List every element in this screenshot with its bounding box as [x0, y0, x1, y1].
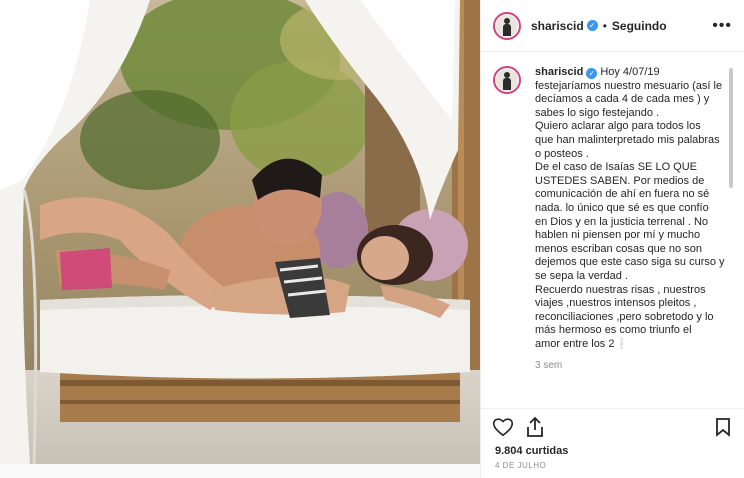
caption-first-line: shariscid ✓ Hoy 4/07/19	[535, 66, 731, 80]
caption-username[interactable]: shariscid	[535, 66, 583, 78]
caption-text: festejaríamos nuestro mesuario (así le de…	[535, 80, 731, 352]
more-options-icon[interactable]: •••	[712, 17, 732, 35]
likes-count[interactable]: 9.804 curtidas	[481, 445, 744, 457]
caption-line: decíamos a cada 4 de cada mes ) y	[535, 93, 710, 106]
caption-line: se sepa la verdad .	[535, 269, 628, 282]
caption-line: amor entre los 2❕	[535, 337, 629, 350]
caption: shariscid ✓ Hoy 4/07/19 festejaríamos nues…	[535, 66, 731, 396]
caption-line: sabes lo sigo festejando .	[535, 106, 660, 119]
caption-line: nada. lo único que sé es que confío	[535, 201, 709, 214]
caption-line: más hermoso es como triunfo el	[535, 324, 692, 337]
caption-line: que han malinterpretado mis palabras	[535, 133, 720, 146]
caption-line: viajes ,nuestros intensos pleitos ,	[535, 297, 697, 310]
verified-icon: ✓	[586, 68, 598, 79]
share-icon[interactable]	[523, 415, 547, 439]
header-username[interactable]: shariscid	[531, 19, 584, 33]
caption-line: hablen ni piensen por mí y mucho	[535, 229, 701, 242]
caption-line: comunicación de ahí en fuera no sé	[535, 188, 710, 201]
following-button[interactable]: Seguindo	[612, 19, 667, 33]
posted-date: 4 DE JULHO	[495, 461, 547, 470]
verified-icon: ✓	[586, 20, 598, 31]
avatar[interactable]	[493, 11, 521, 40]
caption-date: Hoy 4/07/19	[600, 66, 660, 78]
avatar-image	[496, 69, 518, 91]
caption-line: reconciliaciones ,pero sobretodo y lo	[535, 310, 714, 323]
post-actions: 9.804 curtidas 4 DE JULHO	[481, 408, 744, 478]
caption-line: o posteos .	[535, 147, 589, 160]
caption-area[interactable]: shariscid ✓ Hoy 4/07/19 festejaríamos nues…	[493, 66, 737, 396]
caption-line: USTEDES SABEN. Por medios de	[535, 174, 705, 187]
separator-dot: •	[602, 18, 607, 33]
caption-line: en Dios y en la justicia terrenal . No	[535, 215, 709, 228]
caption-avatar[interactable]	[493, 66, 521, 94]
caption-line: Quiero aclarar algo para todos los	[535, 120, 701, 133]
caption-line: Recuerdo nuestras risas , nuestros	[535, 283, 706, 296]
avatar-image	[496, 14, 518, 37]
action-icons	[481, 409, 744, 445]
heart-icon[interactable]	[491, 415, 515, 439]
post-header: shariscid ✓ • Seguindo •••	[481, 0, 744, 52]
post-side-panel: shariscid ✓ • Seguindo ••• shariscid ✓ Hoy…	[480, 0, 744, 478]
post-photo[interactable]	[0, 0, 480, 464]
caption-scrollbar[interactable]	[729, 68, 733, 188]
caption-line: menos escriban cosas que no son	[535, 242, 702, 255]
bookmark-icon[interactable]	[711, 415, 735, 439]
caption-line: festejaríamos nuestro mesuario (así le	[535, 79, 723, 92]
post-image	[0, 0, 480, 464]
caption-time: 3 sem	[535, 360, 563, 372]
caption-line: dejemos que este caso siga su curso y	[535, 256, 725, 269]
caption-line: De el caso de Isaías SE LO QUE	[535, 161, 698, 174]
